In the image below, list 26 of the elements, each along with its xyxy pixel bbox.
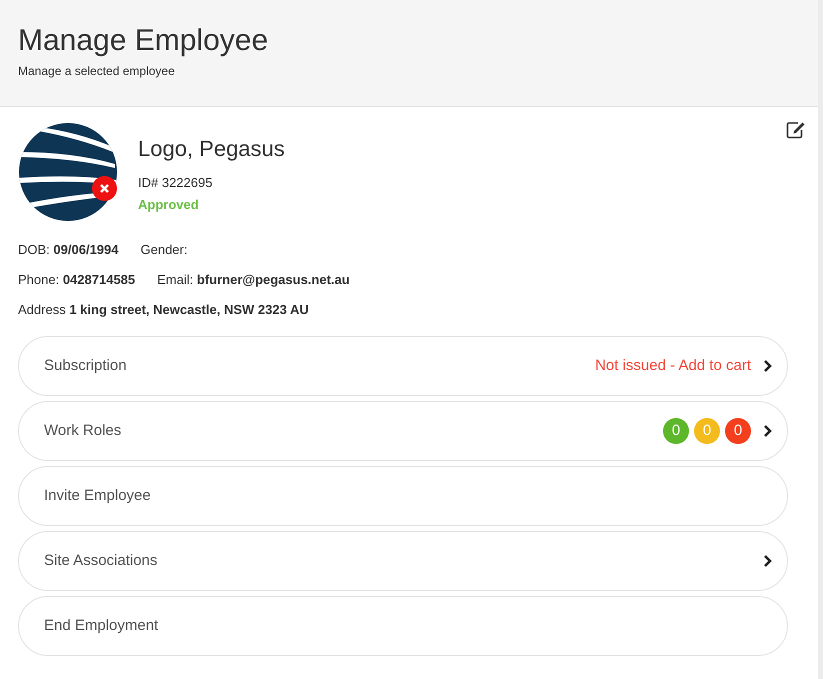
employee-status: Approved bbox=[138, 196, 200, 214]
menu-row[interactable]: End Employment bbox=[18, 596, 788, 656]
row-status: Not issued - Add to cart bbox=[595, 356, 751, 376]
detail-field: Gender: bbox=[140, 242, 188, 258]
menu-row[interactable]: Invite Employee bbox=[18, 466, 788, 526]
detail-field: Email: bfurner@pegasus.net.au bbox=[157, 272, 350, 288]
count-badge: 0 bbox=[663, 418, 689, 444]
count-badge: 0 bbox=[694, 418, 720, 444]
page-subtitle: Manage a selected employee bbox=[18, 63, 176, 80]
row-label: Invite Employee bbox=[44, 486, 152, 506]
menu-row[interactable]: Subscription Not issued - Add to cart bbox=[18, 336, 788, 396]
menu-row[interactable]: Site Associations bbox=[18, 531, 788, 591]
detail-field: DOB: 09/06/1994 bbox=[18, 242, 118, 258]
remove-icon[interactable] bbox=[92, 176, 117, 201]
row-label: End Employment bbox=[44, 616, 160, 636]
row-label: Subscription bbox=[44, 356, 128, 376]
detail-field: Phone: 0428714585 bbox=[18, 272, 136, 288]
page-title: Manage Employee bbox=[18, 23, 270, 59]
menu-row[interactable]: Work Roles 0 0 0 bbox=[18, 401, 788, 461]
detail-field: Address 1 king street, Newcastle, NSW 2323 AU bbox=[18, 302, 309, 318]
employee-id: ID# 3222695 bbox=[138, 174, 214, 192]
row-label: Site Associations bbox=[44, 550, 158, 571]
row-label: Work Roles bbox=[44, 420, 122, 441]
employee-name: Logo, Pegasus bbox=[138, 135, 285, 163]
edit-icon[interactable] bbox=[786, 121, 806, 139]
count-badge: 0 bbox=[725, 418, 751, 444]
